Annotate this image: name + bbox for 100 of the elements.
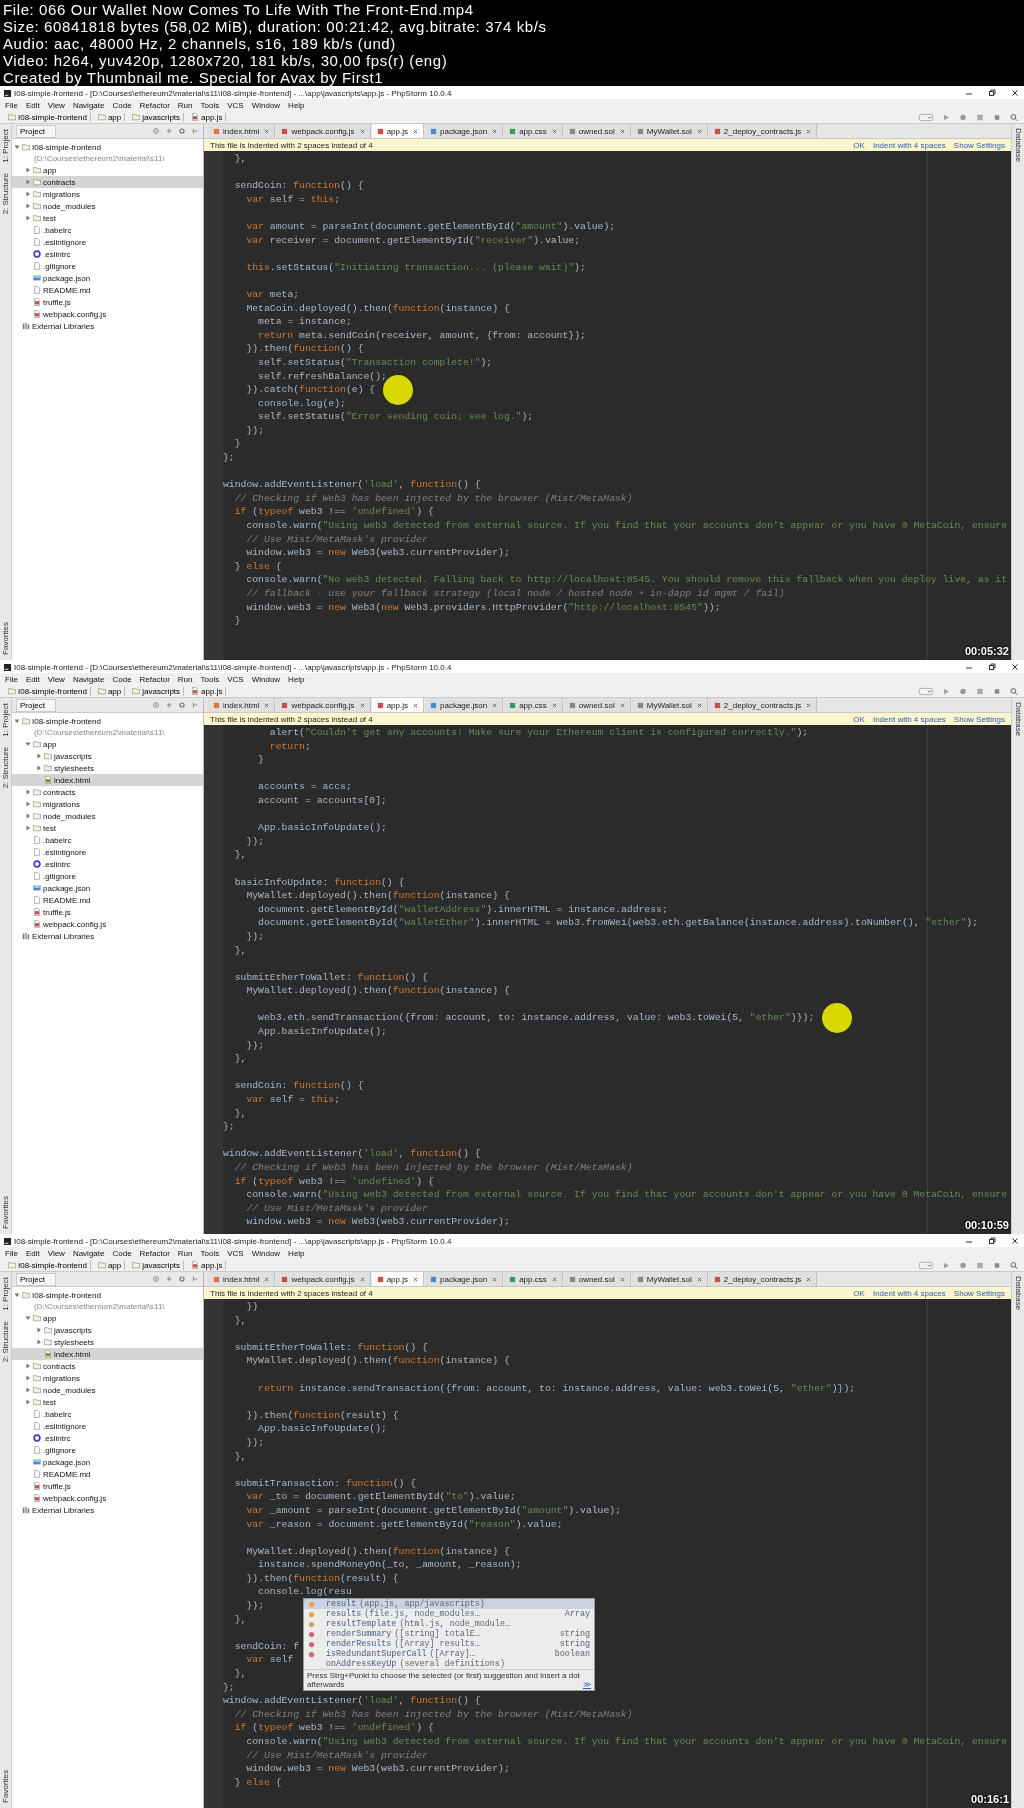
suggestion-item[interactable]: isRedundantSuperCall ([Array]… boolean <box>304 1649 594 1659</box>
tree-item[interactable]: truffle.js <box>12 1480 203 1492</box>
tree-item[interactable]: README.md <box>12 284 203 296</box>
tool-window-tab[interactable]: 2: Structure <box>1 1318 10 1365</box>
editor-tab[interactable]: index.html <box>208 698 276 712</box>
tool-window-tab[interactable]: Database <box>1014 1274 1022 1313</box>
suggestion-item[interactable]: renderResults ([Array] results… string <box>304 1639 594 1649</box>
editor-tab[interactable]: package.json <box>425 1272 504 1286</box>
tree-item[interactable]: I08-simple-frontend <box>12 715 203 727</box>
tree-item[interactable]: .eslintrc <box>12 1432 203 1444</box>
tool-window-tab[interactable]: Favorites <box>1 1768 10 1805</box>
breadcrumb-item[interactable]: app <box>94 1260 126 1270</box>
tree-item[interactable]: stylesheets <box>12 1336 203 1348</box>
menu-item[interactable]: Navigate <box>72 100 105 110</box>
tree-item[interactable]: webpack.config.js <box>12 308 203 320</box>
suggestion-item[interactable]: resultTemplate (html.js, node_module… <box>304 1619 594 1629</box>
tree-item[interactable]: .gitignore <box>12 260 203 272</box>
editor-tab[interactable]: 2_deploy_contracts.js <box>708 698 818 712</box>
expand-arrow-icon[interactable] <box>36 753 42 759</box>
notification-link[interactable]: Show Settings <box>953 140 1005 150</box>
hint-link[interactable]: ≫ <box>583 1680 591 1689</box>
editor-tab[interactable]: MyWallet.sol <box>631 1272 708 1286</box>
editor-tab[interactable]: owned.sol <box>563 698 631 712</box>
tool-window-tab[interactable]: 1: Project <box>1 127 10 165</box>
editor-tab[interactable]: MyWallet.sol <box>631 698 708 712</box>
suggestion-item[interactable]: onAddressKeyUp (several definitions) <box>304 1659 594 1669</box>
tree-item[interactable]: index.html <box>12 1348 203 1360</box>
editor-tab[interactable]: 2_deploy_contracts.js <box>708 1272 818 1286</box>
breadcrumb-item[interactable]: app <box>94 686 126 696</box>
menu-item[interactable]: View <box>47 1248 65 1258</box>
breadcrumb-item[interactable]: app.js <box>188 686 227 696</box>
tree-item[interactable]: I08-simple-frontend <box>12 1289 203 1301</box>
tree-item[interactable]: migrations <box>12 188 203 200</box>
expand-arrow-icon[interactable] <box>25 215 31 221</box>
expand-arrow-icon[interactable] <box>36 1339 42 1345</box>
menu-item[interactable]: Refactor <box>139 100 170 110</box>
editor-tab[interactable]: index.html <box>208 124 276 138</box>
tree-item[interactable]: contracts <box>12 176 203 188</box>
editor-tab[interactable]: app.js <box>371 698 424 712</box>
menu-item[interactable]: Run <box>177 1248 193 1258</box>
menu-item[interactable]: Edit <box>25 1248 40 1258</box>
tree-item[interactable]: truffle.js <box>12 296 203 308</box>
tree-item[interactable]: javascripts <box>12 1324 203 1336</box>
search-icon[interactable] <box>1009 112 1019 122</box>
breadcrumb-item[interactable]: app <box>94 112 126 122</box>
tree-item[interactable]: .eslintrc <box>12 858 203 870</box>
tree-item[interactable]: External Libraries <box>12 320 203 332</box>
close-icon[interactable] <box>413 702 418 708</box>
editor-tab[interactable]: webpack.config.js <box>276 698 371 712</box>
expand-arrow-icon[interactable] <box>25 741 31 747</box>
project-view-dropdown[interactable]: Project <box>16 698 56 712</box>
project-view-dropdown[interactable]: Project <box>16 1272 56 1286</box>
editor-tab[interactable]: webpack.config.js <box>276 124 371 138</box>
expand-arrow-icon[interactable] <box>25 1363 31 1369</box>
menu-item[interactable]: Tools <box>200 674 220 684</box>
expand-arrow-icon[interactable] <box>25 801 31 807</box>
tree-item[interactable]: javascripts <box>12 750 203 762</box>
menu-item[interactable]: Edit <box>25 674 40 684</box>
tree-item[interactable]: .gitignore <box>12 870 203 882</box>
tree-item[interactable]: .gitignore <box>12 1444 203 1456</box>
gear-icon[interactable] <box>178 1275 186 1283</box>
expand-arrow-icon[interactable] <box>25 789 31 795</box>
restore-icon[interactable] <box>987 1236 997 1246</box>
tree-item[interactable]: webpack.config.js <box>12 918 203 930</box>
tree-item[interactable]: README.md <box>12 1468 203 1480</box>
tree-item[interactable]: package.json <box>12 272 203 284</box>
editor-tab[interactable]: MyWallet.sol <box>631 124 708 138</box>
expand-arrow-icon[interactable] <box>25 203 31 209</box>
tree-item[interactable]: .babelrc <box>12 834 203 846</box>
breadcrumb-item[interactable]: app.js <box>188 1260 227 1270</box>
tool-window-tab[interactable]: 2: Structure <box>1 744 10 791</box>
notification-link[interactable]: Indent with 4 spaces <box>872 714 946 724</box>
notification-link[interactable]: Indent with 4 spaces <box>872 140 946 150</box>
editor-tab[interactable]: webpack.config.js <box>276 1272 371 1286</box>
suggestion-item[interactable]: renderSummary ([string] totalE… string <box>304 1629 594 1639</box>
close-icon[interactable] <box>413 128 418 134</box>
menu-item[interactable]: Help <box>288 674 305 684</box>
tree-item[interactable]: stylesheets <box>12 762 203 774</box>
menu-item[interactable]: Code <box>112 100 132 110</box>
menu-item[interactable]: Navigate <box>72 1248 105 1258</box>
breadcrumb-item[interactable]: javascripts <box>129 1260 185 1270</box>
menu-item[interactable]: Run <box>177 674 193 684</box>
expand-arrow-icon[interactable] <box>25 825 31 831</box>
expand-arrow-icon[interactable] <box>25 1315 31 1321</box>
expand-arrow-icon[interactable] <box>36 765 42 771</box>
tool-window-tab[interactable]: Favorites <box>1 620 10 657</box>
search-icon[interactable] <box>1009 1260 1019 1270</box>
tree-item[interactable]: External Libraries <box>12 930 203 942</box>
menu-item[interactable]: Window <box>251 100 281 110</box>
tree-item[interactable]: app <box>12 1312 203 1324</box>
tree-item[interactable]: test <box>12 822 203 834</box>
expand-arrow-icon[interactable] <box>25 1375 31 1381</box>
menu-item[interactable]: Run <box>177 100 193 110</box>
notification-link[interactable]: OK <box>853 1288 865 1298</box>
tree-item[interactable]: index.html <box>12 774 203 786</box>
expand-arrow-icon[interactable] <box>14 718 20 724</box>
tree-item[interactable]: .eslintrc <box>12 248 203 260</box>
editor-tab[interactable]: owned.sol <box>563 124 631 138</box>
menu-item[interactable]: Code <box>112 1248 132 1258</box>
breadcrumb-item[interactable]: I08-simple-frontend <box>5 112 91 122</box>
